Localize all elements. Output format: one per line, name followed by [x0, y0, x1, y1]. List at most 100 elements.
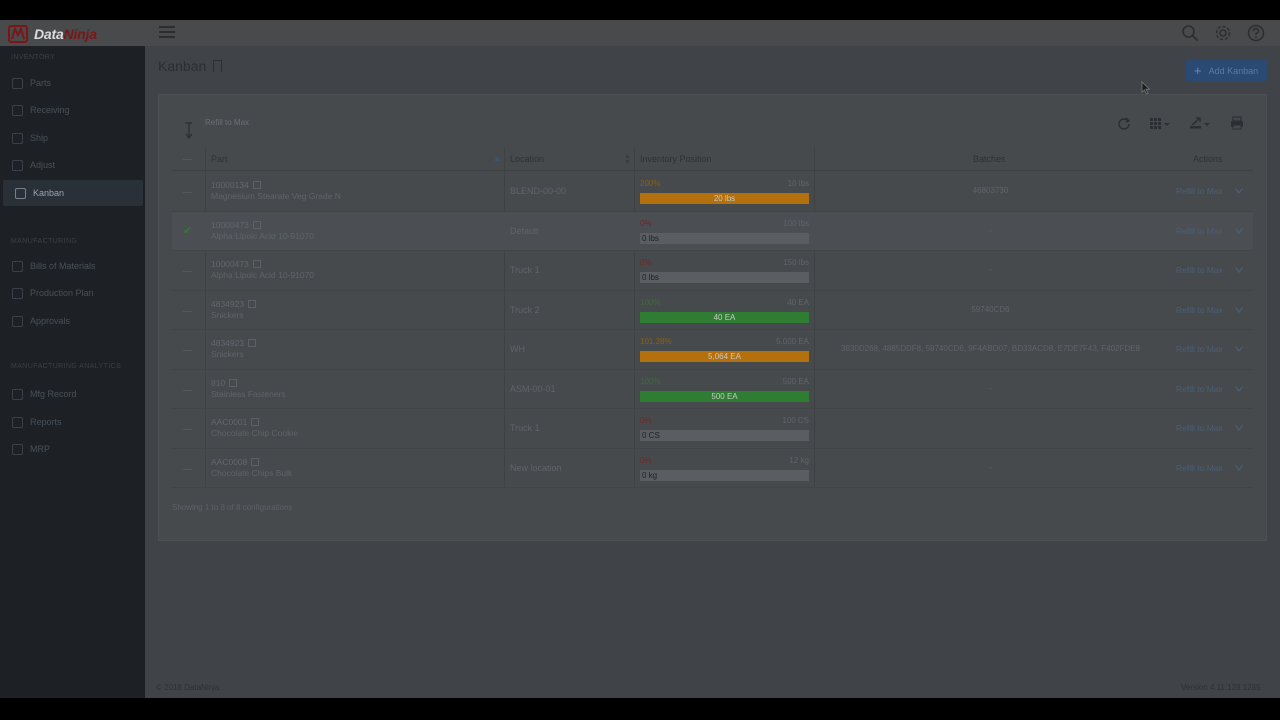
footer-version: Version 4.11.128.1285: [1181, 683, 1261, 692]
table-row[interactable]: 4834923 Snickers Truck 2 100% 40 EA 40 EA 5974…: [172, 291, 1253, 330]
sidebar: Inventory Parts Receiving Ship Adjust Kanban M…: [0, 46, 145, 698]
sort-both-icon[interactable]: [625, 154, 630, 164]
row-checked-icon[interactable]: ✔: [183, 224, 192, 237]
select-all-checkbox[interactable]: [183, 159, 192, 160]
inventory-bar: 40 EA: [640, 311, 809, 323]
edit-icon[interactable]: [251, 457, 260, 466]
part-number[interactable]: 4834923: [211, 299, 244, 309]
table-row[interactable]: ✔ 10000473 Alpha Lipoic Acid 10-91070 Defau…: [172, 211, 1253, 251]
search-icon[interactable]: [1181, 24, 1199, 42]
page-title: Kanban: [158, 58, 223, 74]
column-header-part[interactable]: Part: [211, 147, 228, 171]
inventory-bar: 0 lbs: [640, 232, 809, 244]
row-checkbox[interactable]: [183, 468, 192, 470]
edit-icon[interactable]: [252, 260, 261, 268]
help-icon[interactable]: [1247, 24, 1265, 42]
part-number[interactable]: 4834923: [211, 338, 244, 348]
chevron-down-icon[interactable]: [1235, 425, 1243, 431]
part-number[interactable]: 10000473: [211, 259, 249, 269]
batches-cell: 3830D268, 4885DDF8, 59740CD6, 9F4ABD07, …: [841, 344, 1140, 353]
menu-toggle-icon[interactable]: [159, 26, 175, 40]
chevron-down-icon[interactable]: [1235, 306, 1243, 313]
refill-to-max-button[interactable]: Refill to Max: [1176, 463, 1223, 473]
table-row[interactable]: 10000473 Alpha Lipoic Acid 10-91070 Truck …: [172, 251, 1253, 291]
refill-arrow-icon[interactable]: [183, 120, 195, 140]
refill-to-max-button[interactable]: Refill to Max: [1176, 226, 1223, 236]
chevron-down-icon[interactable]: [1235, 464, 1243, 471]
inventory-percent: 0%: [640, 416, 652, 425]
edit-icon[interactable]: [252, 220, 261, 229]
logo[interactable]: DataNinja: [8, 25, 97, 43]
sidebar-item-mfg-record[interactable]: Mfg Record: [0, 381, 145, 407]
refill-to-max-button[interactable]: Refill to Max: [1176, 186, 1223, 196]
barcode-icon: [12, 104, 23, 116]
inventory-bar: 0 kg: [640, 469, 809, 481]
batches-cell: -: [989, 265, 992, 274]
refresh-icon[interactable]: [1117, 116, 1131, 130]
sidebar-item-adjust[interactable]: Adjust: [0, 152, 145, 178]
refill-to-max-label[interactable]: Refill to Max: [205, 118, 249, 127]
row-checkbox[interactable]: [183, 429, 192, 430]
sidebar-item-label: Kanban: [33, 188, 65, 198]
inventory-percent: 100%: [640, 376, 661, 386]
part-name: Stainless Fasteners: [211, 388, 286, 399]
row-checkbox[interactable]: [183, 350, 192, 351]
sidebar-section-title: Manufacturing Analytics: [11, 363, 122, 370]
columns-icon[interactable]: [1149, 116, 1171, 130]
refill-to-max-button[interactable]: Refill to Max: [1176, 265, 1223, 275]
sidebar-item-bills-of-materials[interactable]: Bills of Materials: [0, 253, 145, 279]
part-number[interactable]: 10000134: [211, 180, 249, 190]
chevron-down-icon[interactable]: [1235, 346, 1243, 352]
bookmark-icon[interactable]: [213, 60, 223, 72]
sidebar-item-parts[interactable]: Parts: [0, 70, 145, 96]
sidebar-item-kanban[interactable]: Kanban: [3, 180, 143, 206]
row-checkbox[interactable]: [183, 310, 192, 312]
refill-to-max-button[interactable]: Refill to Max: [1176, 305, 1223, 315]
row-checkbox[interactable]: [183, 192, 192, 193]
part-name: Magnesium Stearate Veg Grade N: [211, 191, 341, 201]
table-row[interactable]: AAC0001 Chocolate Chip Cookie Truck 1 0% 100…: [172, 409, 1253, 449]
sidebar-item-production-plan[interactable]: Production Plan: [0, 280, 145, 306]
edit-icon[interactable]: [251, 418, 260, 426]
part-number[interactable]: 10000473: [211, 220, 249, 230]
chevron-down-icon[interactable]: [1235, 385, 1243, 392]
edit-icon[interactable]: [252, 181, 261, 189]
gear-icon[interactable]: [1214, 24, 1232, 42]
inventory-bar-label: 40 EA: [713, 312, 736, 322]
table-row[interactable]: 4834923 Snickers WH 101.28% 5,000 EA 5,064 EA…: [172, 330, 1253, 370]
sidebar-item-ship[interactable]: Ship: [0, 125, 145, 151]
sidebar-item-reports[interactable]: Reports: [0, 409, 145, 435]
column-header-inventory[interactable]: Inventory Position: [640, 147, 712, 171]
sidebar-section-title: Manufacturing: [11, 238, 78, 245]
cloud-icon: [12, 443, 23, 455]
sidebar-item-receiving[interactable]: Receiving: [0, 97, 145, 123]
part-number[interactable]: 810: [211, 378, 225, 388]
row-checkbox[interactable]: [183, 271, 192, 272]
refill-to-max-button[interactable]: Refill to Max: [1176, 423, 1223, 433]
table-row[interactable]: 810 Stainless Fasteners ASM-00-01 100% 500 E…: [172, 370, 1253, 409]
row-checkbox[interactable]: [183, 389, 192, 391]
add-kanban-button[interactable]: + Add Kanban: [1186, 60, 1267, 81]
sidebar-item-approvals[interactable]: Approvals: [0, 308, 145, 334]
sidebar-item-mrp[interactable]: MRP: [0, 436, 145, 462]
calendar-icon: [12, 287, 23, 299]
print-icon[interactable]: [1230, 116, 1244, 130]
part-number[interactable]: AAC0001: [211, 417, 247, 427]
chevron-down-icon[interactable]: [1235, 227, 1243, 234]
edit-icon[interactable]: [248, 299, 257, 308]
edit-icon[interactable]: [229, 378, 238, 387]
chevron-down-icon[interactable]: [1235, 188, 1243, 194]
table-header-row: Part Location Inventory Position Batches…: [172, 147, 1253, 171]
refill-to-max-button[interactable]: Refill to Max: [1176, 344, 1223, 354]
table-row[interactable]: AAC0008 Chocolate Chips Bulk New location 0…: [172, 449, 1253, 488]
refill-to-max-button[interactable]: Refill to Max: [1176, 384, 1223, 394]
export-icon[interactable]: [1188, 116, 1212, 130]
layers-icon: [15, 187, 26, 199]
chevron-down-icon[interactable]: [1235, 267, 1243, 273]
location-cell: New location: [510, 462, 562, 473]
sort-asc-icon[interactable]: [494, 156, 500, 162]
column-header-location[interactable]: Location: [510, 147, 544, 171]
table-row[interactable]: 10000134 Magnesium Stearate Veg Grade N BL…: [172, 172, 1253, 212]
edit-icon[interactable]: [248, 339, 257, 347]
part-number[interactable]: AAC0008: [211, 457, 247, 467]
